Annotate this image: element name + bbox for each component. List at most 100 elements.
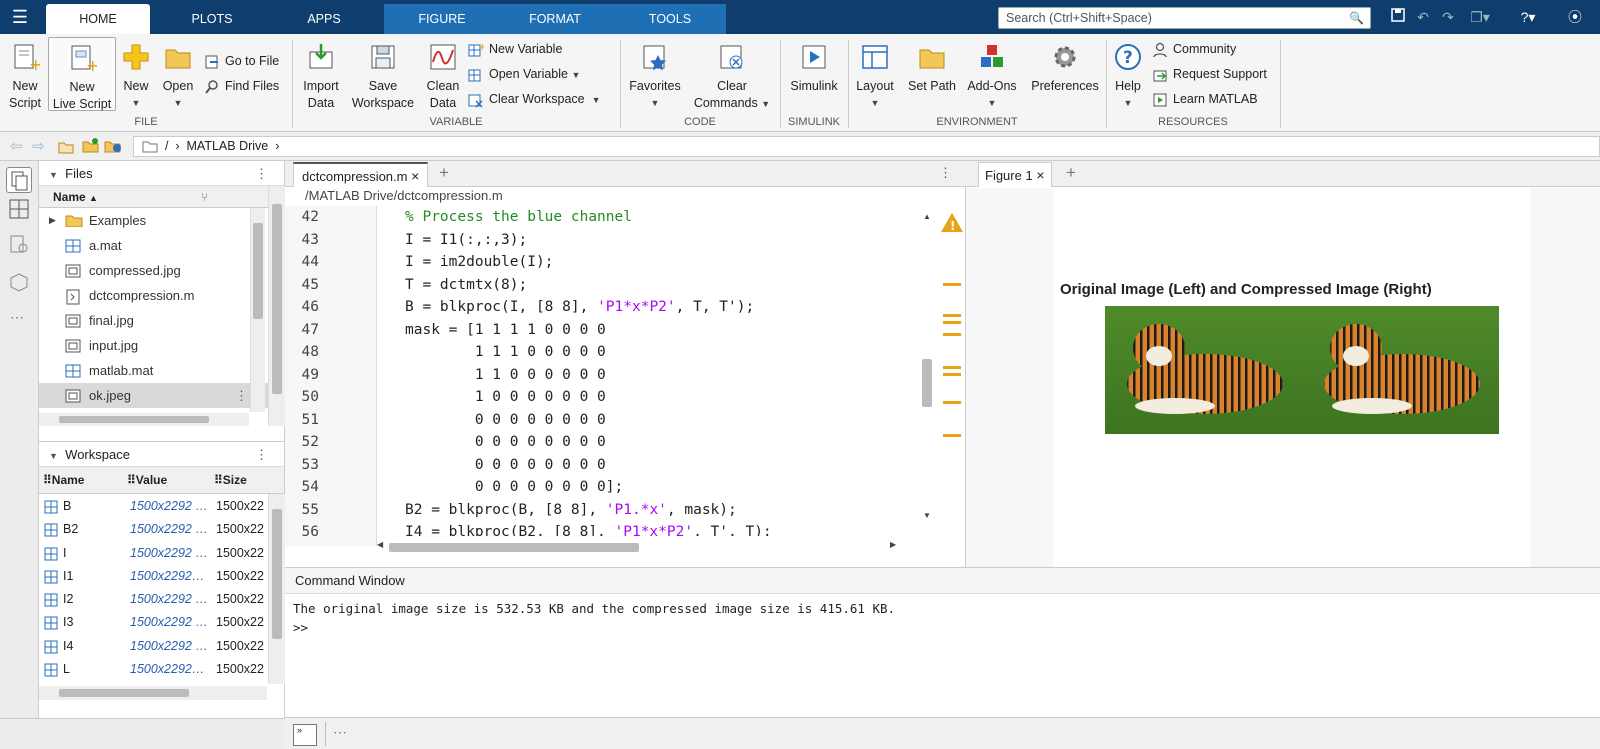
warning-marker[interactable] — [943, 314, 961, 317]
files-scrollbar[interactable] — [268, 186, 285, 426]
redo-icon[interactable]: ↷ — [1438, 7, 1458, 27]
save-workspace-button[interactable]: Save Workspace — [350, 40, 416, 112]
figure-tab[interactable]: Figure 1 × — [978, 162, 1052, 187]
add-tab-icon[interactable]: + — [1066, 163, 1076, 183]
tab-plots[interactable]: PLOTS — [160, 4, 264, 34]
simulink-button[interactable]: Simulink — [786, 40, 842, 95]
scroll-right-icon[interactable]: ▶ — [890, 540, 896, 549]
import-data-button[interactable]: Import Data — [298, 40, 344, 112]
list-item[interactable]: dctcompression.m — [39, 283, 284, 308]
collapse-icon[interactable]: ▼ — [49, 451, 58, 461]
tab-figure[interactable]: FIGURE — [390, 4, 494, 34]
scroll-up-icon[interactable]: ▲ — [919, 212, 935, 221]
up-folder-icon[interactable] — [58, 138, 74, 157]
row-menu-icon[interactable]: ⋮ — [235, 383, 248, 408]
open-variable-button[interactable]: Open Variable ▼ — [468, 64, 580, 84]
path-root[interactable]: / — [165, 139, 168, 153]
files-column-header[interactable]: Name ▲ ⑂ — [39, 186, 284, 208]
community-button[interactable]: Community — [1152, 39, 1236, 59]
warning-marker[interactable] — [943, 373, 961, 376]
code-analyzer-icon[interactable] — [7, 233, 31, 260]
save-icon[interactable] — [1388, 7, 1408, 27]
list-item[interactable]: compressed.jpg — [39, 258, 284, 283]
back-arrow-icon[interactable]: ⇦ — [10, 137, 23, 155]
workspace-scrollbar[interactable] — [268, 494, 285, 684]
list-item[interactable]: final.jpg — [39, 308, 284, 333]
find-files-button[interactable]: Find Files — [204, 76, 279, 96]
drive-sync-icon[interactable] — [104, 137, 122, 156]
close-icon[interactable]: × — [1036, 167, 1044, 183]
panel-menu-icon[interactable]: ⋮ — [255, 442, 268, 467]
workspace-horizontal-scrollbar[interactable] — [39, 686, 267, 700]
warning-marker[interactable] — [943, 366, 961, 369]
forward-arrow-icon[interactable]: ⇨ — [32, 137, 45, 155]
panel-menu-icon[interactable]: ⋮ — [255, 161, 268, 186]
warning-marker[interactable] — [943, 333, 961, 336]
new-live-script-button[interactable]: + New Live Script — [48, 37, 116, 111]
window-switch-icon[interactable]: ❐▾ — [1465, 7, 1495, 27]
favorites-dropdown-button[interactable]: Favorites ▼ — [626, 40, 684, 112]
table-row[interactable]: I 1500x2292 … 1500x22 — [39, 542, 284, 565]
search-icon[interactable]: 🔍 — [1349, 8, 1364, 28]
search-input[interactable]: Search (Ctrl+Shift+Space) 🔍 — [998, 7, 1371, 29]
table-row[interactable]: I4 1500x2292 … 1500x22 — [39, 635, 284, 658]
command-window[interactable]: Command Window The original image size i… — [285, 567, 1600, 717]
command-history-icon[interactable]: » — [293, 724, 317, 746]
table-row[interactable]: I3 1500x2292 … 1500x22 — [39, 611, 284, 634]
browse-folder-icon[interactable] — [82, 137, 100, 156]
files-panel-icon[interactable] — [6, 167, 32, 193]
list-item[interactable]: a.mat — [39, 233, 284, 258]
editor-scrollbar[interactable]: ▲ ▼ — [919, 208, 935, 538]
editor-menu-icon[interactable]: ⋮ — [939, 165, 952, 181]
more-options-icon[interactable]: ⋯ — [10, 309, 24, 326]
col-name[interactable]: ⠿Name — [43, 467, 84, 494]
scroll-down-icon[interactable]: ▼ — [919, 511, 935, 520]
warning-marker[interactable] — [943, 434, 961, 437]
col-size[interactable]: ⠿Size — [214, 467, 247, 494]
account-dropdown-icon[interactable]: ⦿ — [1560, 7, 1590, 27]
code-area[interactable]: % Process the blue channel I = I1(:,:,3);… — [405, 206, 920, 536]
go-to-file-button[interactable]: Go to File — [204, 51, 279, 71]
table-row[interactable]: L 1500x2292… 1500x22 — [39, 658, 284, 681]
command-prompt[interactable]: >> — [293, 620, 308, 635]
request-support-button[interactable]: Request Support — [1152, 64, 1267, 84]
table-row[interactable]: B 1500x2292 … 1500x22 — [39, 495, 284, 518]
col-value[interactable]: ⠿Value — [127, 467, 167, 494]
git-branch-icon[interactable]: ⑂ — [201, 186, 208, 208]
close-icon[interactable]: × — [411, 168, 419, 184]
editor-horizontal-scrollbar[interactable]: ◀ ▶ — [375, 540, 911, 554]
layout-dropdown-button[interactable]: Layout ▼ — [852, 40, 898, 112]
add-ons-panel-icon[interactable] — [7, 271, 31, 298]
tab-apps[interactable]: APPS — [272, 4, 376, 34]
hamburger-menu-icon[interactable]: ☰ — [8, 7, 32, 27]
workspace-panel-icon[interactable] — [7, 197, 31, 224]
table-row[interactable]: I2 1500x2292 … 1500x22 — [39, 588, 284, 611]
open-dropdown-button[interactable]: Open ▼ — [158, 40, 198, 112]
figure-canvas[interactable]: Original Image (Left) and Compressed Ima… — [1053, 188, 1530, 567]
new-dropdown-button[interactable]: New ▼ — [118, 40, 154, 112]
clean-data-button[interactable]: Clean Data — [422, 40, 464, 112]
set-path-button[interactable]: Set Path — [904, 40, 960, 95]
warning-icon[interactable]: ! — [940, 211, 964, 236]
new-variable-button[interactable]: + New Variable — [468, 39, 562, 59]
tab-home[interactable]: HOME — [46, 4, 150, 34]
warning-marker[interactable] — [943, 283, 961, 286]
list-item[interactable]: matlab.mat — [39, 358, 284, 383]
tab-format[interactable]: FORMAT — [503, 4, 607, 34]
list-item[interactable]: ▶ Examples — [39, 208, 284, 233]
files-horizontal-scrollbar[interactable] — [39, 413, 249, 426]
files-inner-scrollbar[interactable] — [250, 208, 265, 412]
add-ons-dropdown-button[interactable]: Add-Ons ▼ — [964, 40, 1020, 112]
list-item[interactable]: input.jpg — [39, 333, 284, 358]
learn-matlab-button[interactable]: Learn MATLAB — [1152, 89, 1258, 109]
undo-icon[interactable]: ↶ — [1413, 7, 1433, 27]
new-script-button[interactable]: + New Script — [4, 40, 46, 112]
table-row[interactable]: B2 1500x2292 … 1500x22 — [39, 518, 284, 541]
add-tab-icon[interactable]: + — [439, 163, 449, 183]
clear-commands-button[interactable]: Clear Commands ▼ — [692, 40, 772, 113]
current-folder-path[interactable]: / › MATLAB Drive › — [133, 136, 1600, 157]
more-options-icon[interactable]: ⋯ — [333, 724, 347, 741]
path-folder[interactable]: MATLAB Drive — [187, 139, 269, 153]
clear-workspace-button[interactable]: Clear Workspace ▼ — [468, 89, 601, 109]
tab-tools[interactable]: TOOLS — [618, 4, 722, 34]
